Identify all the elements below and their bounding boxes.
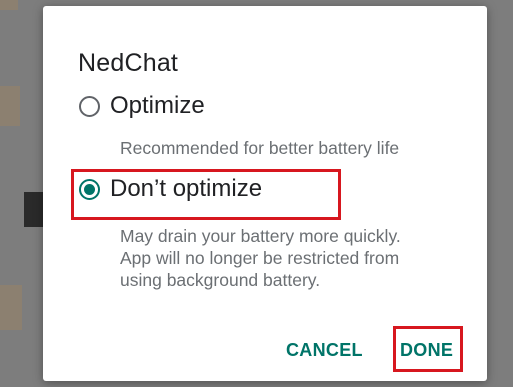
- battery-optimization-dialog: NedChat Optimize Recommended for better …: [43, 6, 487, 381]
- background-thumbnail: [0, 86, 20, 126]
- background-thumbnail: [24, 192, 44, 227]
- description-line: App will no longer be restricted from: [120, 248, 400, 268]
- background-thumbnail: [0, 0, 18, 10]
- dont-optimize-description: May drain your battery more quickly. App…: [120, 225, 460, 291]
- optimize-option[interactable]: Optimize: [79, 92, 205, 120]
- description-line: May drain your battery more quickly.: [120, 226, 401, 246]
- cancel-button[interactable]: CANCEL: [286, 340, 363, 361]
- dont-optimize-radio[interactable]: [79, 178, 100, 200]
- optimize-label: Optimize: [110, 92, 205, 119]
- optimize-radio[interactable]: [79, 95, 100, 117]
- dont-optimize-label: Don’t optimize: [110, 175, 263, 202]
- dialog-title: NedChat: [78, 49, 179, 77]
- description-line: using background battery.: [120, 270, 321, 290]
- dont-optimize-option[interactable]: Don’t optimize: [79, 175, 262, 203]
- optimize-description: Recommended for better battery life: [120, 138, 400, 158]
- done-button[interactable]: DONE: [400, 340, 453, 361]
- background-thumbnail: [0, 285, 22, 330]
